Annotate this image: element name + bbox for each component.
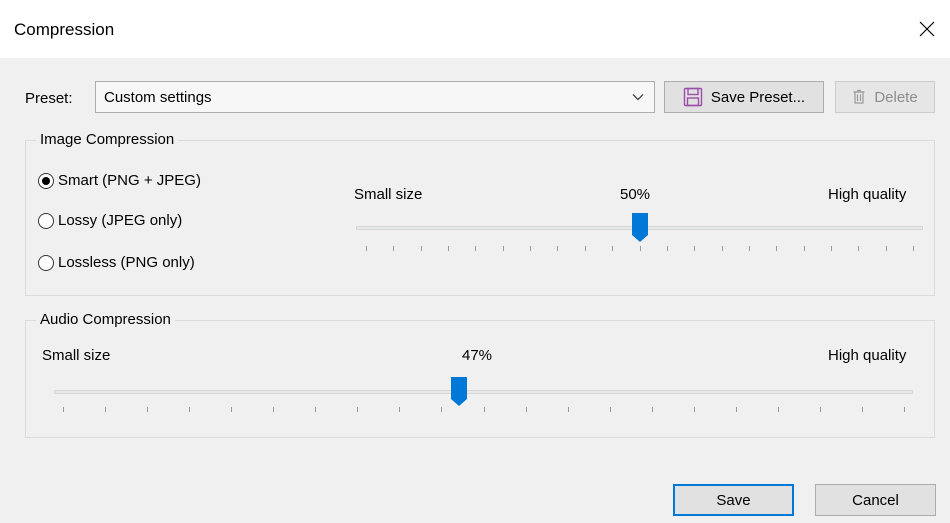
slider-tick — [441, 407, 442, 412]
audio-max-label: High quality — [828, 347, 907, 364]
preset-label: Preset: — [25, 90, 73, 107]
radio-label: Lossless (PNG only) — [58, 254, 195, 271]
slider-tick — [63, 407, 64, 412]
slider-tick — [913, 246, 914, 251]
slider-tick — [503, 246, 504, 251]
slider-tick — [273, 407, 274, 412]
slider-tick — [694, 246, 695, 251]
slider-tick — [526, 407, 527, 412]
dialog-content: Preset: Custom settings Save Preset... D… — [0, 58, 950, 523]
slider-tick — [105, 407, 106, 412]
slider-tick — [189, 407, 190, 412]
image-compression-group: Image Compression Smart (PNG + JPEG) Los… — [25, 131, 935, 296]
radio-lossy[interactable]: Lossy (JPEG only) — [38, 212, 182, 229]
image-slider-ticks — [366, 246, 914, 251]
audio-value-label: 47% — [462, 347, 493, 364]
title-bar: Compression — [0, 0, 950, 58]
audio-slider-thumb[interactable] — [450, 376, 468, 407]
cancel-button[interactable]: Cancel — [815, 484, 936, 516]
slider-tick — [484, 407, 485, 412]
floppy-disk-icon — [683, 87, 703, 107]
slider-tick — [749, 246, 750, 251]
slider-tick — [862, 407, 863, 412]
save-preset-label: Save Preset... — [710, 88, 806, 106]
audio-slider-ticks — [63, 407, 905, 412]
slider-tick — [475, 246, 476, 251]
slider-tick — [904, 407, 905, 412]
save-button[interactable]: Save — [673, 484, 794, 516]
slider-tick — [366, 246, 367, 251]
slider-tick — [776, 246, 777, 251]
preset-selected-value: Custom settings — [104, 89, 212, 106]
image-max-label: High quality — [828, 186, 907, 203]
close-icon — [919, 21, 935, 37]
preset-dropdown[interactable]: Custom settings — [95, 81, 655, 113]
slider-tick — [357, 407, 358, 412]
slider-tick — [399, 407, 400, 412]
slider-tick — [393, 246, 394, 251]
slider-tick — [612, 246, 613, 251]
slider-tick — [804, 246, 805, 251]
slider-tick — [557, 246, 558, 251]
image-value-label: 50% — [620, 186, 651, 203]
radio-label: Lossy (JPEG only) — [58, 212, 183, 229]
slider-tick — [585, 246, 586, 251]
slider-tick — [831, 246, 832, 251]
radio-lossless[interactable]: Lossless (PNG only) — [38, 254, 195, 271]
audio-compression-title: Audio Compression — [36, 311, 175, 328]
slider-tick — [694, 407, 695, 412]
radio-label: Smart (PNG + JPEG) — [58, 172, 201, 189]
delete-button[interactable]: Delete — [835, 81, 935, 113]
delete-label: Delete — [874, 88, 918, 106]
trash-icon — [852, 89, 866, 105]
image-min-label: Small size — [354, 186, 423, 203]
slider-tick — [448, 246, 449, 251]
audio-compression-group: Audio Compression Small size 47% High qu… — [25, 311, 935, 438]
slider-tick — [640, 246, 641, 251]
slider-tick — [722, 246, 723, 251]
window-title: Compression — [14, 20, 115, 39]
save-button-label: Save — [716, 491, 751, 509]
slider-tick — [231, 407, 232, 412]
slider-tick — [886, 246, 887, 251]
radio-indicator — [38, 172, 54, 189]
slider-tick — [421, 246, 422, 251]
slider-tick — [667, 246, 668, 251]
slider-tick — [858, 246, 859, 251]
audio-slider-track[interactable] — [54, 390, 913, 394]
close-button[interactable] — [904, 0, 950, 58]
image-slider-thumb[interactable] — [631, 212, 649, 243]
slider-tick — [530, 246, 531, 251]
radio-smart[interactable]: Smart (PNG + JPEG) — [38, 172, 201, 189]
audio-min-label: Small size — [42, 347, 111, 364]
slider-tick — [315, 407, 316, 412]
slider-tick — [820, 407, 821, 412]
image-compression-title: Image Compression — [36, 131, 179, 148]
slider-tick — [778, 407, 779, 412]
cancel-button-label: Cancel — [852, 491, 899, 509]
slider-tick — [610, 407, 611, 412]
chevron-down-icon — [632, 94, 644, 101]
radio-indicator — [38, 254, 54, 271]
slider-tick — [147, 407, 148, 412]
slider-tick — [568, 407, 569, 412]
radio-indicator — [38, 212, 54, 229]
slider-tick — [652, 407, 653, 412]
slider-tick — [736, 407, 737, 412]
save-preset-button[interactable]: Save Preset... — [664, 81, 824, 113]
